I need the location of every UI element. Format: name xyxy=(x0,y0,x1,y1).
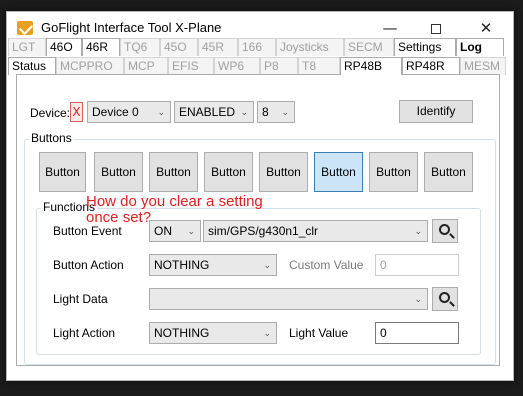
search-icon xyxy=(439,292,450,303)
button-event-dataref-select[interactable]: sim/GPS/g430n1_clr ⌄ xyxy=(203,220,428,242)
search-icon xyxy=(439,224,450,235)
chevron-down-icon: ⌄ xyxy=(240,107,248,117)
light-data-search-button[interactable] xyxy=(432,287,458,311)
annotation-line-1: How do you clear a setting xyxy=(86,193,263,210)
tab-status[interactable]: Status xyxy=(8,57,56,75)
rp48-button-4[interactable]: Button xyxy=(204,152,253,192)
tab-46r[interactable]: 46R xyxy=(82,38,120,56)
rp48-button-5[interactable]: Button xyxy=(259,152,308,192)
tab-45o[interactable]: 45O xyxy=(160,38,198,56)
chevron-down-icon: ⌄ xyxy=(187,226,195,236)
app-icon xyxy=(17,21,33,35)
tab-log[interactable]: Log xyxy=(456,38,504,56)
custom-value-label: Custom Value xyxy=(289,258,364,272)
tab-p8[interactable]: P8 xyxy=(260,57,298,75)
device-select[interactable]: Device 0 ⌄ xyxy=(87,101,171,123)
button-action-select[interactable]: NOTHING ⌄ xyxy=(149,254,277,276)
chevron-down-icon: ⌄ xyxy=(414,226,422,236)
tab-46o[interactable]: 46O xyxy=(46,38,82,56)
light-action-label: Light Action xyxy=(53,326,116,340)
maximize-icon xyxy=(431,23,441,34)
button-event-search-button[interactable] xyxy=(432,219,458,243)
tab-rp48r[interactable]: RP48R xyxy=(402,57,460,75)
status-select[interactable]: ENABLED ⌄ xyxy=(174,101,254,123)
device-select-value: Device 0 xyxy=(92,105,139,119)
button-event-state-select[interactable]: ON ⌄ xyxy=(149,220,201,242)
tab-joysticks[interactable]: Joysticks xyxy=(276,38,344,56)
window-title: GoFlight Interface Tool X-Plane xyxy=(41,20,222,35)
tab-mesm[interactable]: MESM xyxy=(460,57,506,75)
count-select[interactable]: 8 ⌄ xyxy=(257,101,295,123)
light-value-label: Light Value xyxy=(289,326,349,340)
search-icon-handle xyxy=(449,301,455,307)
button-action-value: NOTHING xyxy=(154,258,210,272)
chevron-down-icon: ⌄ xyxy=(263,328,271,338)
button-event-dataref-value: sim/GPS/g430n1_clr xyxy=(208,224,319,238)
rp48-button-6[interactable]: Button xyxy=(314,152,363,192)
identify-button[interactable]: Identify xyxy=(399,100,473,123)
custom-value-field[interactable]: 0 xyxy=(375,254,459,276)
count-select-value: 8 xyxy=(262,105,269,119)
chevron-down-icon: ⌄ xyxy=(263,260,271,270)
rp48-button-8[interactable]: Button xyxy=(424,152,473,192)
tab-45r[interactable]: 45R xyxy=(198,38,238,56)
tab-rp48b[interactable]: RP48B xyxy=(340,57,402,75)
tab-mcp[interactable]: MCP xyxy=(124,57,168,75)
tab-lgt[interactable]: LGT xyxy=(8,38,46,56)
light-data-select[interactable]: ⌄ xyxy=(149,288,428,310)
rp48-button-7[interactable]: Button xyxy=(369,152,418,192)
light-action-value: NOTHING xyxy=(154,326,210,340)
chevron-down-icon: ⌄ xyxy=(157,107,165,117)
tab-secm[interactable]: SECM xyxy=(344,38,394,56)
tab-wp6[interactable]: WP6 xyxy=(214,57,260,75)
light-action-select[interactable]: NOTHING ⌄ xyxy=(149,322,277,344)
status-select-value: ENABLED xyxy=(179,105,236,119)
tab-tq6[interactable]: TQ6 xyxy=(120,38,160,56)
remove-device-button[interactable]: X xyxy=(70,102,83,122)
chevron-down-icon: ⌄ xyxy=(281,107,289,117)
chevron-down-icon: ⌄ xyxy=(414,294,422,304)
rp48-button-3[interactable]: Button xyxy=(149,152,198,192)
tab-166[interactable]: 166 xyxy=(238,38,276,56)
button-event-state-value: ON xyxy=(154,224,172,238)
tab-efis[interactable]: EFIS xyxy=(168,57,214,75)
button-event-label: Button Event xyxy=(53,224,122,238)
light-value-field[interactable]: 0 xyxy=(375,322,459,344)
button-action-label: Button Action xyxy=(53,258,124,272)
device-label: Device: xyxy=(30,106,71,120)
tab-t8[interactable]: T8 xyxy=(298,57,340,75)
rp48-button-1[interactable]: Button xyxy=(39,152,86,192)
buttons-group-label: Buttons xyxy=(29,131,74,145)
tab-mcppro[interactable]: MCPPRO xyxy=(56,57,124,75)
light-data-label: Light Data xyxy=(53,292,108,306)
tab-settings[interactable]: Settings xyxy=(394,38,456,56)
rp48-button-2[interactable]: Button xyxy=(94,152,143,192)
search-icon-handle xyxy=(449,233,455,239)
